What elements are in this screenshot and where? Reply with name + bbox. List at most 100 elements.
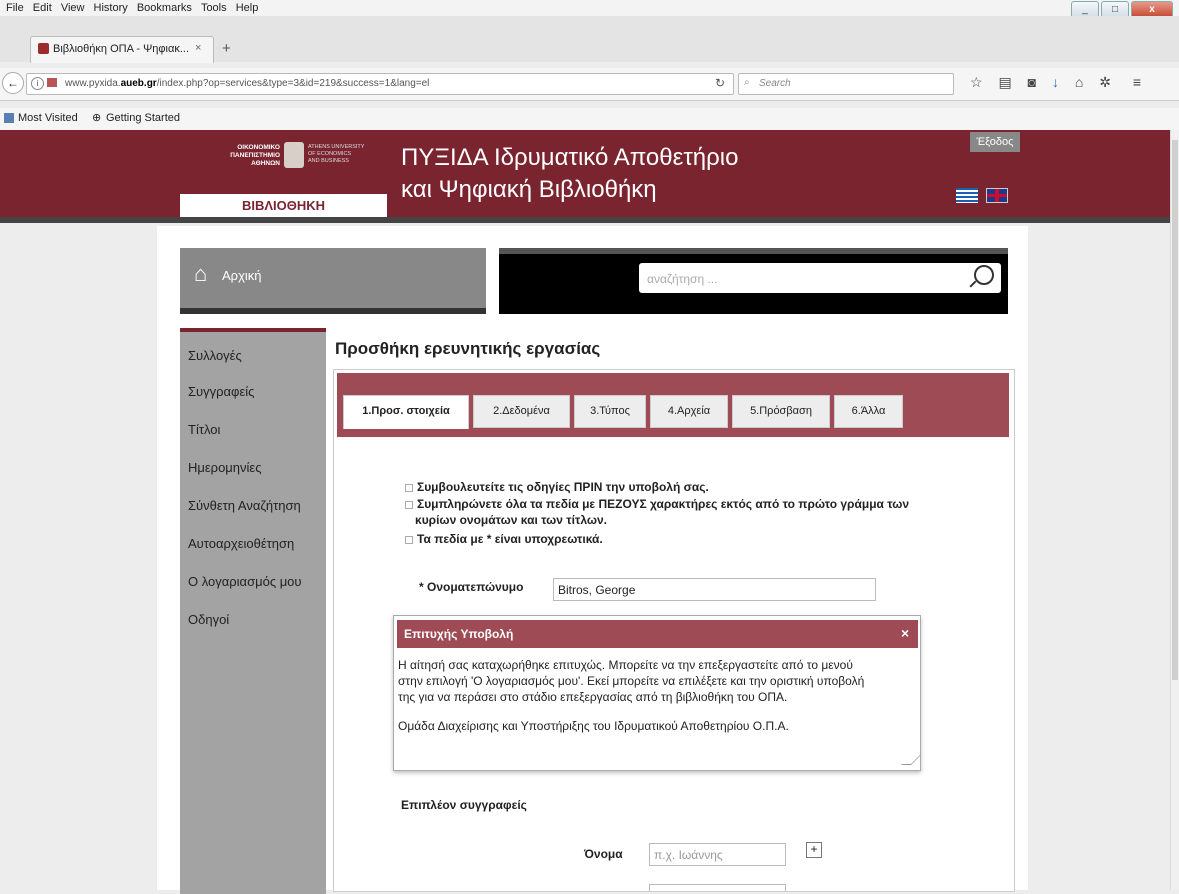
url-prefix: www.pyxida. bbox=[65, 78, 121, 89]
tab-personal-info[interactable]: 1.Προσ. στοιχεία bbox=[343, 395, 469, 429]
menu-history[interactable]: History bbox=[94, 0, 128, 16]
sidebar: Συλλογές Συγγραφείς Τίτλοι Ημερομηνίες Σ… bbox=[180, 328, 326, 894]
dialog-title: Επιτυχής Υποβολή bbox=[404, 627, 514, 641]
favicon-icon bbox=[38, 43, 49, 54]
dialog-signature: Ομάδα Διαχείρισης και Υποστήριξης του Ιδ… bbox=[398, 719, 789, 733]
sidebar-item-guides[interactable]: Οδηγοί bbox=[188, 612, 229, 627]
home-browser-icon[interactable]: ⌂ bbox=[1075, 74, 1083, 90]
tab-type[interactable]: 3.Τύπος bbox=[574, 395, 646, 428]
browser-menubar: File Edit View History Bookmarks Tools H… bbox=[0, 0, 1179, 16]
url-domain: aueb.gr bbox=[120, 78, 157, 89]
menu-file[interactable]: File bbox=[6, 0, 24, 16]
tab-title: Βιβλιοθήκη ΟΠΑ - Ψηφιακ... bbox=[53, 43, 189, 55]
reading-list-icon[interactable]: ▤ bbox=[998, 74, 1011, 90]
dialog-line-3: της για να περάσει στο στάδιο επεξεργασί… bbox=[398, 690, 788, 704]
name-field[interactable]: Bitros, George bbox=[553, 578, 876, 601]
uk-flag-icon[interactable] bbox=[986, 188, 1008, 203]
more-authors-heading: Επιπλέον συγγραφείς bbox=[401, 798, 527, 812]
logo-gr-line2: ΠΑΝΕΠΙΣΤΗΜΙΟ bbox=[230, 152, 280, 159]
page-title: Προσθήκη ερευνητικής εργασίας bbox=[335, 339, 601, 358]
site-search-placeholder: αναζήτηση ... bbox=[647, 272, 718, 286]
note-1-text: Συμβουλευτείτε τις οδηγίες ΠΡΙΝ την υποβ… bbox=[417, 480, 709, 494]
back-icon[interactable]: ← bbox=[2, 72, 24, 94]
hamburger-menu-icon[interactable]: ≡ bbox=[1133, 74, 1141, 90]
tab-other[interactable]: 6.Άλλα bbox=[834, 395, 903, 428]
header-strip bbox=[0, 217, 1170, 223]
site-title-line1: ΠΥΞΙΔΑ Ιδρυματικό Αποθετήριο bbox=[401, 144, 739, 171]
dialog-header: Επιτυχής Υποβολή × bbox=[397, 620, 918, 648]
new-tab-icon[interactable]: + bbox=[222, 40, 231, 57]
first-name-placeholder: π.χ. Ιωάννης bbox=[654, 848, 723, 862]
name-label: * Ονοματεπώνυμο bbox=[419, 580, 524, 594]
tab-data[interactable]: 2.Δεδομένα bbox=[473, 395, 570, 428]
bullet-icon bbox=[405, 535, 413, 544]
browser-search-box[interactable]: ⌕ Search bbox=[738, 73, 954, 95]
info-icon[interactable]: i bbox=[31, 77, 44, 90]
bookmarks-bar: Most Visited ⊕ Getting Started bbox=[0, 108, 1179, 131]
sidebar-item-my-account[interactable]: Ο λογαριασμός μου bbox=[188, 574, 302, 589]
note-2-text: Συμπληρώνετε όλα τα πεδία με ΠΕΖΟΥΣ χαρα… bbox=[417, 497, 910, 511]
logo-gr-line3: ΑΘΗΝΩΝ bbox=[251, 160, 280, 167]
note-1: Συμβουλευτείτε τις οδηγίες ΠΡΙΝ την υποβ… bbox=[405, 480, 709, 494]
menu-help[interactable]: Help bbox=[236, 0, 259, 16]
menu-view[interactable]: View bbox=[61, 0, 85, 16]
menu-edit[interactable]: Edit bbox=[33, 0, 52, 16]
bullet-icon bbox=[405, 500, 413, 509]
site-title-line2: και Ψηφιακή Βιβλιοθήκη bbox=[401, 176, 657, 203]
first-name-field[interactable]: π.χ. Ιωάννης bbox=[649, 843, 786, 866]
most-visited-icon bbox=[4, 113, 14, 123]
search-icon: ⌕ bbox=[744, 77, 750, 88]
tab-close-icon[interactable]: × bbox=[195, 42, 201, 54]
university-logo[interactable]: ΟΙΚΟΝΟΜΙΚΟ ΠΑΝΕΠΙΣΤΗΜΙΟ ΑΘΗΝΩΝ ATHENS UN… bbox=[180, 142, 386, 186]
menu-bookmarks[interactable]: Bookmarks bbox=[137, 0, 192, 16]
reload-icon[interactable]: ↻ bbox=[715, 76, 725, 90]
note-2-continued: κυρίων ονομάτων και των τίτλων. bbox=[415, 513, 608, 527]
magnifier-handle bbox=[969, 280, 977, 288]
tab-access[interactable]: 5.Πρόσβαση bbox=[732, 395, 830, 428]
browser-search-placeholder: Search bbox=[759, 78, 791, 89]
bookmark-getting-started[interactable]: Getting Started bbox=[106, 112, 180, 124]
logo-en-line1: ATHENS UNIVERSITY bbox=[308, 144, 365, 150]
sidebar-item-collections[interactable]: Συλλογές bbox=[188, 348, 242, 363]
logo-emblem-icon bbox=[284, 142, 304, 168]
menu-tools[interactable]: Tools bbox=[201, 0, 227, 16]
tab-files[interactable]: 4.Αρχεία bbox=[650, 395, 728, 428]
scrollbar-thumb[interactable] bbox=[1172, 140, 1178, 680]
browser-toolbar-icons: ☆ ▤ ◙ ↓ ⌂ ✲ ≡ bbox=[970, 74, 1141, 91]
magnifier-icon[interactable] bbox=[974, 265, 994, 285]
home-icon: ⌂ bbox=[194, 261, 208, 286]
logo-en-line3: AND BUSINESS bbox=[308, 158, 349, 164]
bookmark-star-icon[interactable]: ☆ bbox=[970, 74, 983, 90]
logo-en-line2: OF ECONOMICS bbox=[308, 151, 352, 157]
sidebar-item-self-archiving[interactable]: Αυτοαρχειοθέτηση bbox=[188, 536, 294, 551]
dialog-line-2: στην επιλογή 'Ο λογαριασμός μου'. Εκεί μ… bbox=[398, 674, 865, 688]
sidebar-item-dates[interactable]: Ημερομηνίες bbox=[188, 460, 261, 475]
site-header: ΟΙΚΟΝΟΜΙΚΟ ΠΑΝΕΠΙΣΤΗΜΙΟ ΑΘΗΝΩΝ ATHENS UN… bbox=[0, 130, 1170, 217]
globe-icon: ⊕ bbox=[92, 112, 102, 124]
name-field-value: Bitros, George bbox=[558, 583, 636, 597]
browser-tab[interactable]: Βιβλιοθήκη ΟΠΑ - Ψηφιακ... × bbox=[30, 36, 214, 63]
home-button[interactable]: ⌂ Αρχική bbox=[180, 248, 486, 314]
note-3: Τα πεδία με * είναι υποχρεωτικά. bbox=[405, 532, 603, 546]
sidebar-item-advanced-search[interactable]: Σύνθετη Αναζήτηση bbox=[188, 498, 301, 513]
logo-gr-line1: ΟΙΚΟΝΟΜΙΚΟ bbox=[237, 144, 280, 151]
download-icon[interactable]: ↓ bbox=[1052, 74, 1059, 90]
insecure-lock-icon[interactable] bbox=[47, 78, 57, 87]
note-2: Συμπληρώνετε όλα τα πεδία με ΠΕΖΟΥΣ χαρα… bbox=[405, 497, 909, 511]
url-path: /index.php?op=services&type=3&id=219&suc… bbox=[156, 78, 430, 89]
pocket-icon[interactable]: ◙ bbox=[1028, 74, 1036, 90]
dialog-line-1: Η αίτησή σας καταχωρήθηκε επιτυχώς. Μπορ… bbox=[398, 658, 853, 672]
url-bar[interactable]: i www.pyxida.aueb.gr/index.php?op=servic… bbox=[26, 73, 734, 95]
greek-flag-icon[interactable] bbox=[956, 188, 978, 203]
library-label[interactable]: ΒΙΒΛΙΟΘΗΚΗ bbox=[180, 194, 387, 217]
logout-button[interactable]: Έξοδος bbox=[970, 132, 1020, 152]
note-3-text: Τα πεδία με * είναι υποχρεωτικά. bbox=[417, 532, 603, 546]
home-label: Αρχική bbox=[222, 268, 262, 283]
sidebar-item-titles[interactable]: Τίτλοι bbox=[188, 422, 220, 437]
dialog-close-icon[interactable]: × bbox=[901, 625, 909, 641]
site-search-input[interactable]: αναζήτηση ... bbox=[639, 263, 1001, 293]
sidebar-item-authors[interactable]: Συγγραφείς bbox=[188, 384, 254, 399]
bookmark-most-visited[interactable]: Most Visited bbox=[18, 112, 78, 124]
extension-icon[interactable]: ✲ bbox=[1099, 74, 1111, 90]
add-author-button[interactable]: + bbox=[806, 842, 822, 858]
